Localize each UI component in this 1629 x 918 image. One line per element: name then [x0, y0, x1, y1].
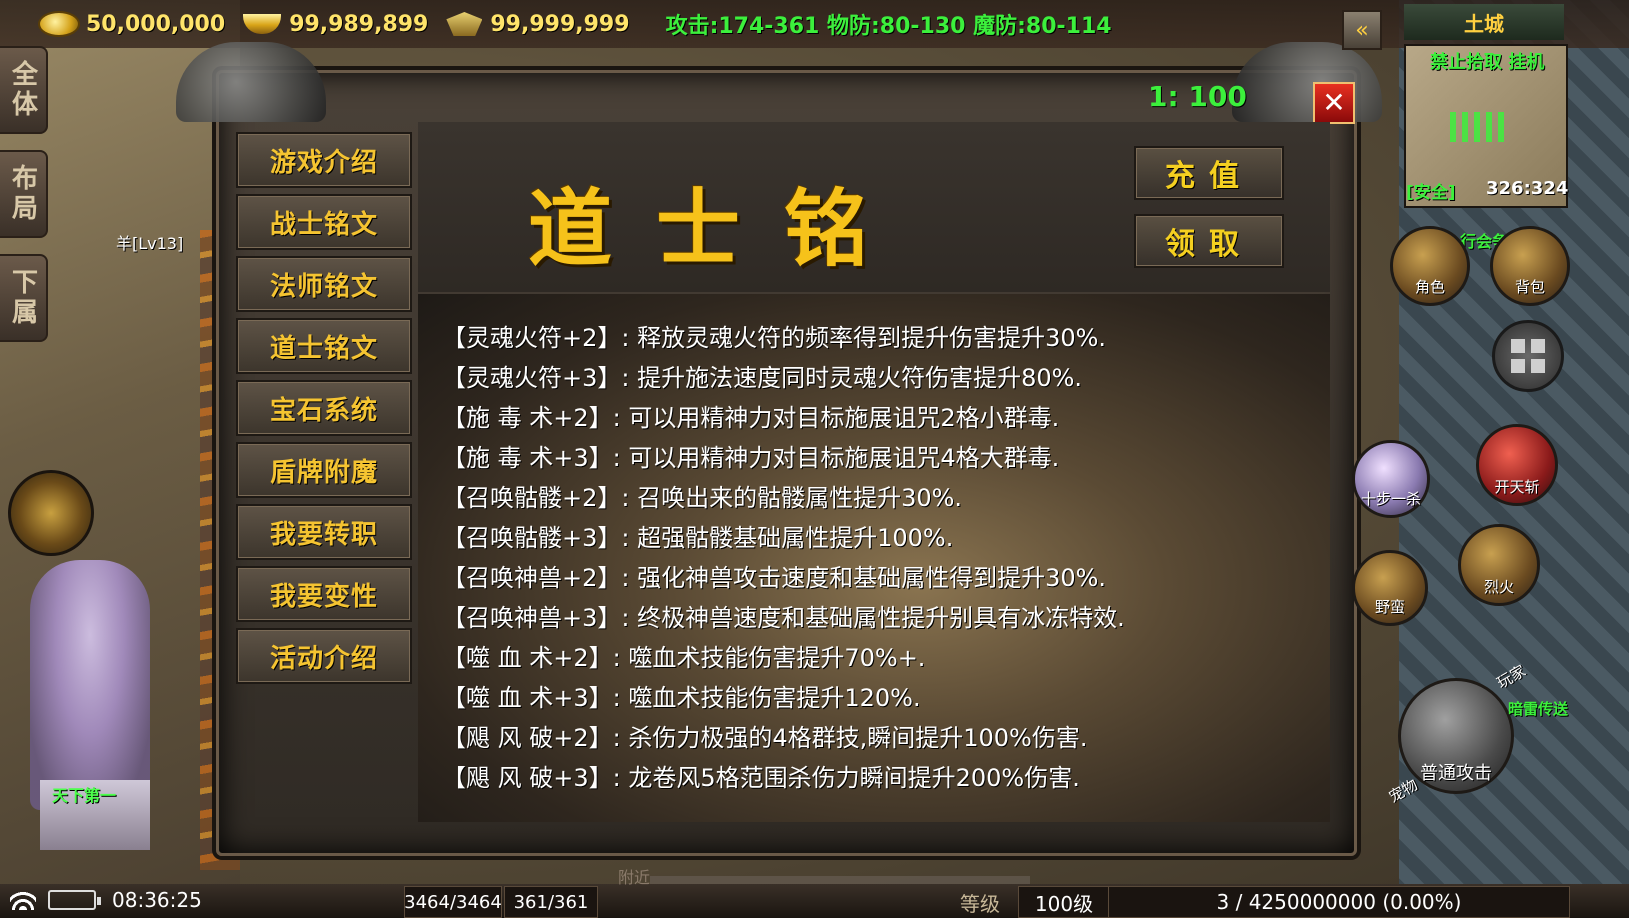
menu-gem-system[interactable]: 宝石系统 [236, 380, 412, 436]
description-area: 【灵魂火符+2】: 释放灵魂火符的频率得到提升伤害提升30%. 【灵魂火符+3】… [418, 294, 1330, 822]
list-item: 【灵魂火符+3】: 提升施法速度同时灵魂火符伤害提升80%. [442, 364, 1083, 392]
list-item: 【灵魂火符+2】: 释放灵魂火符的频率得到提升伤害提升30%. [442, 324, 1107, 352]
ingot-resource: 99,989,899 [243, 12, 428, 37]
gold-amount: 50,000,000 [86, 11, 226, 37]
minimap-status-label[interactable]: 禁止拾取 挂机 [1430, 48, 1544, 74]
resource-bar: 50,000,000 99,989,899 99,999,999 攻击:174-… [40, 6, 1112, 42]
safe-zone-label: [安全] [1406, 183, 1456, 203]
side-tab-layout[interactable]: 布局 [0, 150, 48, 238]
wifi-icon [10, 888, 36, 910]
statue-title: 天下第一 [52, 786, 117, 805]
coordinates: 326:324 [1486, 178, 1569, 199]
list-item: 【召唤骷髅+2】: 召唤出来的骷髅属性提升30%. [442, 484, 963, 512]
list-item: 【飓 风 破+2】: 杀伤力极强的4格群技,瞬间提升100%伤害. [442, 724, 1088, 752]
emblem-amount: 99,999,999 [490, 11, 630, 37]
list-item: 【施 毒 术+3】: 可以用精神力对目标施展诅咒4格大群毒. [442, 444, 1060, 472]
lion-head-icon[interactable] [8, 470, 94, 556]
close-button[interactable]: ✕ [1313, 82, 1355, 124]
teleport-button[interactable]: 暗雷传送 [1508, 698, 1568, 719]
grid-icon [1511, 339, 1545, 373]
mp-value: 361/361 [504, 886, 598, 918]
menu-warrior-inscription[interactable]: 战士铭文 [236, 194, 412, 250]
list-item: 【施 毒 术+2】: 可以用精神力对目标施展诅咒2格小群毒. [442, 404, 1060, 432]
menu-shield-enchant[interactable]: 盾牌附魔 [236, 442, 412, 498]
list-item: 【噬 血 术+2】: 噬血术技能伤害提升70%+. [442, 644, 926, 672]
dragon-ornament-right [1232, 42, 1382, 122]
skill-sky-slash-button[interactable]: 开天斩 [1476, 424, 1558, 506]
chat-tab-nearby[interactable]: 附近 [618, 864, 668, 887]
battery-icon [48, 890, 101, 910]
menu-game-intro[interactable]: 游戏介绍 [236, 132, 412, 188]
list-item: 【飓 风 破+3】: 龙卷风5格范围杀伤力瞬间提升200%伤害. [442, 764, 1080, 792]
recharge-button[interactable]: 充值 [1134, 146, 1284, 200]
content-header: 道士铭文 充值 领取 [418, 122, 1330, 399]
clock: 08:36:25 [112, 888, 202, 912]
menu-event-intro[interactable]: 活动介绍 [236, 628, 412, 684]
menu-change-gender[interactable]: 我要变性 [236, 566, 412, 622]
character-button[interactable]: 角色 [1390, 226, 1470, 306]
level-value: 100级 [1018, 886, 1110, 918]
chat-scrollbar[interactable] [650, 876, 1030, 884]
menu-change-class[interactable]: 我要转职 [236, 504, 412, 560]
menu-mage-inscription[interactable]: 法师铭文 [236, 256, 412, 312]
combat-stats: 攻击:174-361 物防:80-130 魔防:80-114 [665, 14, 1112, 39]
gold-resource: 50,000,000 [40, 12, 225, 37]
side-tab-all[interactable]: 全体 [0, 46, 48, 134]
collapse-button[interactable]: « [1342, 10, 1382, 50]
hp-value: 3464/3464 [404, 886, 502, 918]
gold-coins-icon [40, 13, 78, 35]
list-item: 【召唤神兽+3】: 终极神兽速度和基础属性提升别具有冰冻特效. [442, 604, 1125, 632]
level-label: 等级 [960, 892, 1000, 916]
ingot-amount: 99,989,899 [289, 11, 429, 37]
dragon-ornament-left [176, 42, 326, 122]
bag-button[interactable]: 背包 [1490, 226, 1570, 306]
emblem-resource: 99,999,999 [446, 11, 630, 37]
emblem-icon [446, 12, 483, 36]
side-tab-subordinates[interactable]: 下属 [0, 254, 48, 342]
map-name: 土城 [1404, 4, 1564, 40]
gold-ingot-icon [243, 14, 282, 34]
menu-taoist-inscription[interactable]: 道士铭文 [236, 318, 412, 374]
knight-statue [30, 560, 150, 810]
panel-content: 道士铭文 充值 领取 【灵魂火符+2】: 释放灵魂火符的频率得到提升伤害提升30… [418, 122, 1330, 822]
panel-menu: 游戏介绍 战士铭文 法师铭文 道士铭文 宝石系统 盾牌附魔 我要转职 我要变性 … [232, 120, 412, 820]
experience-value: 3 / 4250000000 (0.00%) [1108, 886, 1570, 918]
skill-ten-steps-button[interactable]: 十步一杀 [1352, 440, 1430, 518]
npc-name-label: 羊[Lv13] [116, 234, 184, 253]
normal-attack-button[interactable]: 普通攻击 [1398, 678, 1514, 794]
list-item: 【召唤神兽+2】: 强化神兽攻击速度和基础属性得到提升30%. [442, 564, 1107, 592]
menu-grid-icon[interactable] [1492, 320, 1564, 392]
exchange-ratio: 1: 100 [1148, 80, 1247, 113]
minimap-markers [1450, 112, 1510, 142]
claim-button[interactable]: 领取 [1134, 214, 1284, 268]
description-list: 【灵魂火符+2】: 释放灵魂火符的频率得到提升伤害提升30%. 【灵魂火符+3】… [442, 318, 1125, 798]
list-item: 【召唤骷髅+3】: 超强骷髅基础属性提升100%. [442, 524, 954, 552]
skill-fire-button[interactable]: 烈火 [1458, 524, 1540, 606]
skill-savage-button[interactable]: 野蛮 [1352, 550, 1428, 626]
list-item: 【噬 血 术+3】: 噬血术技能伤害提升120%. [442, 684, 921, 712]
